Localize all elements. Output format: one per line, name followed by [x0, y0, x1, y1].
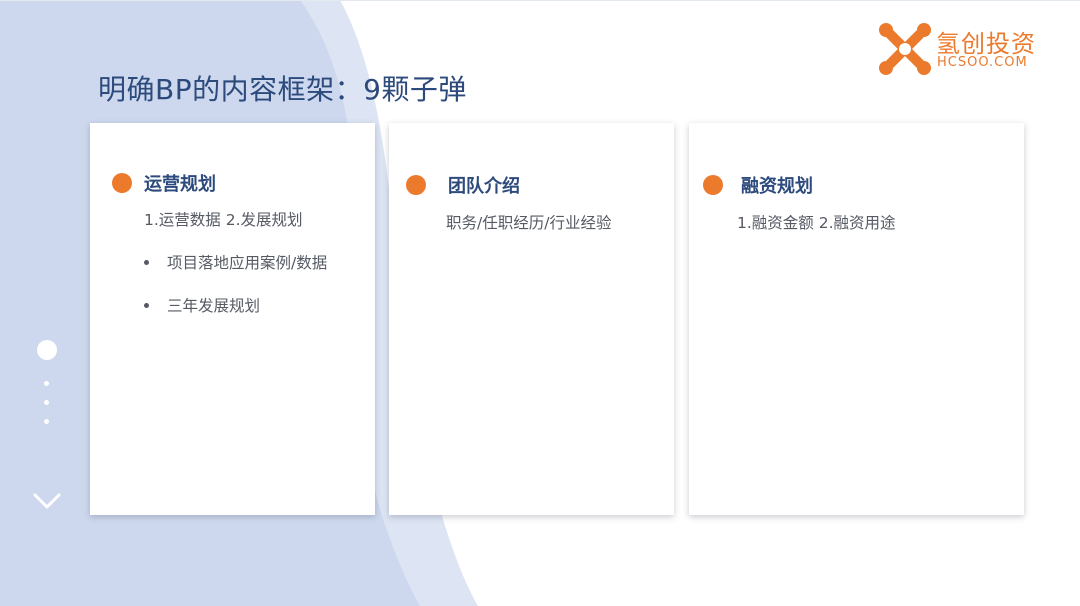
- orange-dot-icon: [703, 175, 723, 195]
- bullet-text: 三年发展规划: [167, 297, 261, 315]
- orange-dot-icon: [406, 175, 426, 195]
- bullet-icon: [144, 259, 149, 265]
- nav-dot-small-icon[interactable]: [44, 381, 49, 386]
- card-title: 团队介绍: [448, 176, 520, 197]
- card-title: 融资规划: [741, 176, 813, 197]
- card-operation-plan: 运营规划 1.运营数据 2.发展规划 项目落地应用案例/数据 三年发展规划: [90, 123, 375, 515]
- page-title: 明确BP的内容框架：9颗子弹: [98, 73, 467, 106]
- card-header: 团队介绍: [406, 172, 520, 198]
- logo-domain: HCSOO.COM: [937, 55, 1028, 70]
- card-subtitle: 1.运营数据 2.发展规划: [144, 211, 303, 229]
- nav-dot-small-icon[interactable]: [44, 400, 49, 405]
- card-subtitle: 1.融资金额 2.融资用途: [737, 214, 896, 232]
- logo-name: 氢创投资: [936, 30, 1036, 58]
- nav-dot-icon[interactable]: [37, 340, 57, 360]
- brand-logo[interactable]: 氢创投资 HCSOO.COM: [878, 22, 1048, 78]
- bullet-icon: [144, 302, 149, 308]
- card-title: 运营规划: [144, 174, 216, 195]
- bullet-text: 项目落地应用案例/数据: [167, 254, 328, 272]
- slide: 氢创投资 HCSOO.COM 明确BP的内容框架：9颗子弹 运营规划 1.运营数…: [0, 0, 1080, 606]
- card-subtitle: 职务/任职经历/行业经验: [446, 214, 612, 232]
- orange-dot-icon: [112, 173, 132, 193]
- bullet-item: 项目落地应用案例/数据: [144, 251, 327, 273]
- bullet-item: 三年发展规划: [144, 294, 260, 316]
- nav-dot-small-icon[interactable]: [44, 419, 49, 424]
- x-logo-icon: [879, 23, 931, 75]
- card-financing-plan: 融资规划 1.融资金额 2.融资用途: [689, 123, 1024, 515]
- chevron-down-icon[interactable]: [33, 492, 61, 510]
- card-header: 融资规划: [703, 172, 813, 198]
- card-team-intro: 团队介绍 职务/任职经历/行业经验: [389, 123, 674, 515]
- card-header: 运营规划: [112, 170, 216, 196]
